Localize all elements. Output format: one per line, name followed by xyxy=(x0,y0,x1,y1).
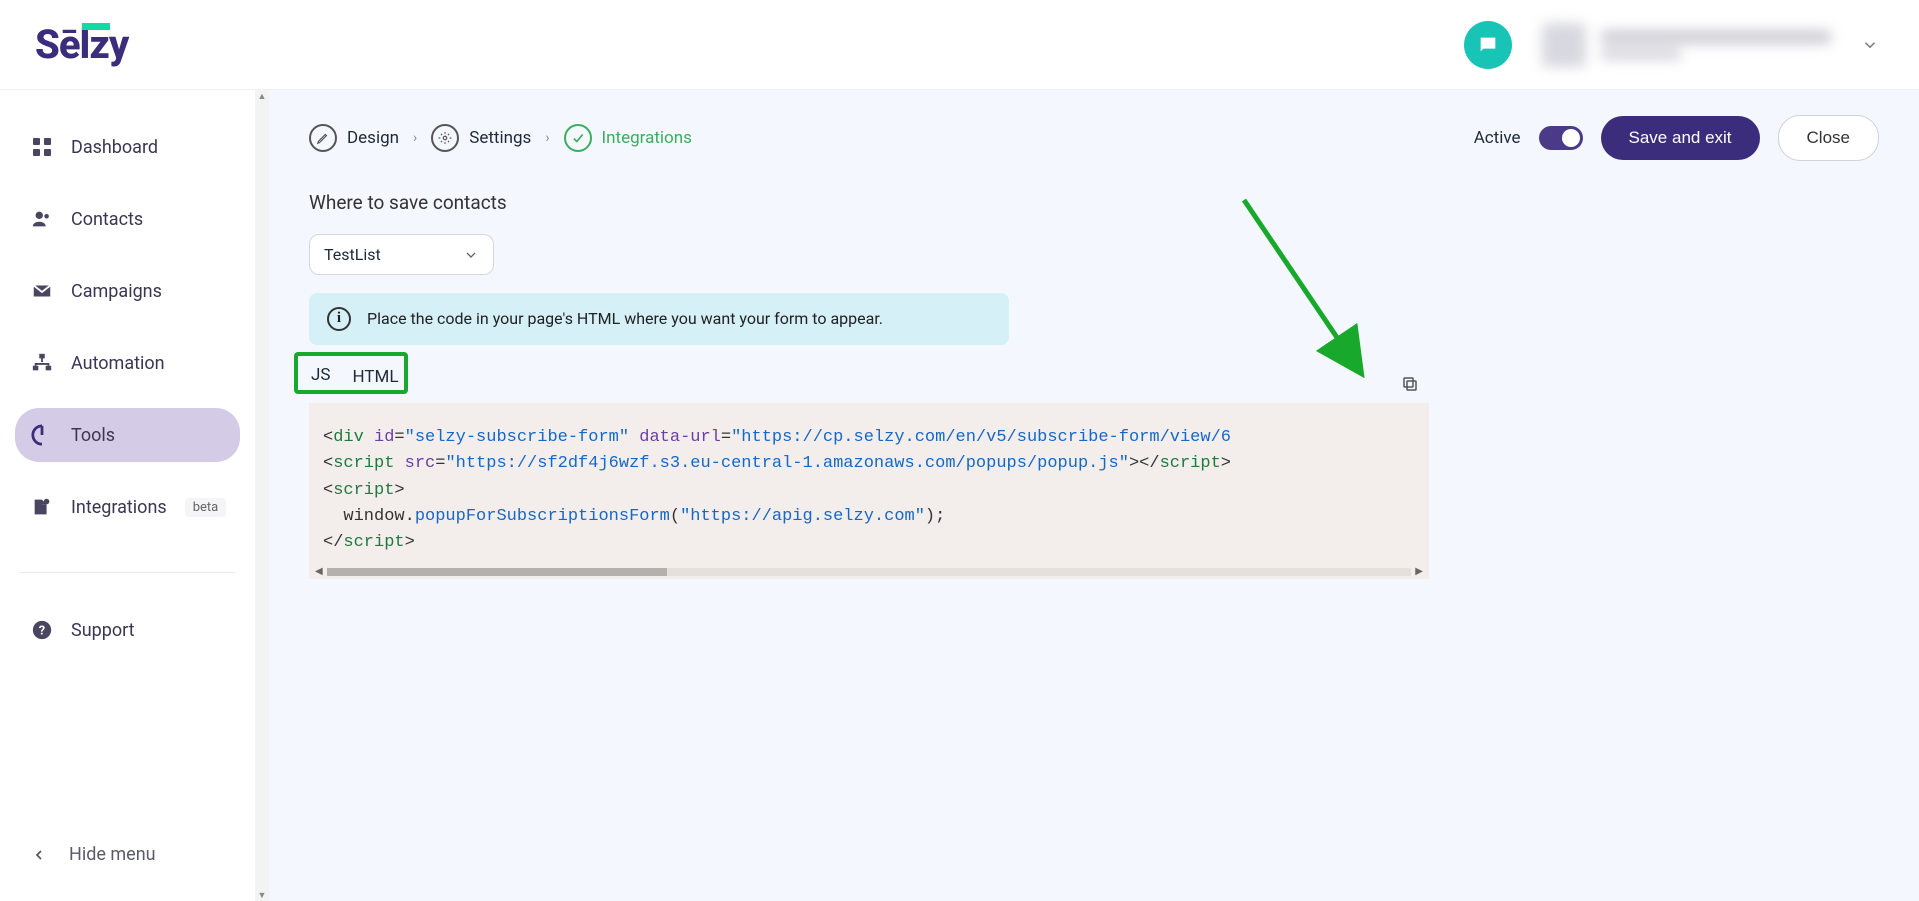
tab-js[interactable]: JS xyxy=(309,359,332,394)
select-value: TestList xyxy=(324,245,381,264)
breadcrumb-integrations[interactable]: Integrations xyxy=(564,124,692,152)
hide-menu-label: Hide menu xyxy=(69,844,156,865)
account-menu[interactable] xyxy=(1542,23,1831,67)
breadcrumb-settings[interactable]: Settings xyxy=(431,124,531,152)
app-header: Sēlzy xyxy=(0,0,1919,90)
code-tabs: JS HTML xyxy=(309,359,1879,394)
hide-menu-button[interactable]: Hide menu xyxy=(15,828,240,881)
info-text: Place the code in your page's HTML where… xyxy=(367,307,883,330)
sidebar-item-dashboard[interactable]: Dashboard xyxy=(15,120,240,174)
check-icon xyxy=(564,124,592,152)
sidebar-item-label: Automation xyxy=(71,353,165,374)
tools-icon xyxy=(31,424,53,446)
breadcrumb: Design › Settings › Integrations xyxy=(309,124,692,152)
sidebar-item-label: Contacts xyxy=(71,209,143,230)
dashboard-icon xyxy=(31,136,53,158)
sidebar-item-label: Campaigns xyxy=(71,281,162,302)
horizontal-scrollbar[interactable]: ◀ ▶ xyxy=(309,565,1429,579)
support-icon: ? xyxy=(31,619,53,641)
sidebar-item-tools[interactable]: Tools xyxy=(15,408,240,462)
chevron-right-icon: › xyxy=(413,130,417,146)
chat-icon[interactable] xyxy=(1464,21,1512,69)
main-content: Design › Settings › Integrations Active … xyxy=(269,90,1919,901)
chevron-down-icon xyxy=(463,247,479,263)
copy-icon[interactable] xyxy=(1401,375,1421,395)
save-button[interactable]: Save and exit xyxy=(1601,116,1760,160)
sidebar-item-label: Dashboard xyxy=(71,137,158,158)
svg-text:?: ? xyxy=(39,624,45,639)
active-label: Active xyxy=(1474,128,1521,148)
gear-icon xyxy=(431,124,459,152)
close-button[interactable]: Close xyxy=(1778,115,1879,161)
divider xyxy=(20,572,235,573)
logo[interactable]: Sēlzy xyxy=(35,21,128,68)
chevron-down-icon[interactable] xyxy=(1861,36,1879,54)
chevron-right-icon: › xyxy=(545,130,549,146)
campaigns-icon xyxy=(31,280,53,302)
sidebar-item-label: Integrations xyxy=(71,497,167,518)
beta-badge: beta xyxy=(185,498,227,517)
sidebar-item-integrations[interactable]: Integrations beta xyxy=(15,480,240,534)
pencil-icon xyxy=(309,124,337,152)
sidebar-item-campaigns[interactable]: Campaigns xyxy=(15,264,240,318)
info-banner: i Place the code in your page's HTML whe… xyxy=(309,293,1009,345)
sidebar-item-support[interactable]: ? Support xyxy=(15,603,240,657)
vertical-scrollbar[interactable]: ▲ ▼ xyxy=(255,90,269,901)
automation-icon xyxy=(31,352,53,374)
contacts-icon xyxy=(31,208,53,230)
info-icon: i xyxy=(327,307,351,331)
sidebar-item-label: Tools xyxy=(71,425,115,446)
sidebar-item-contacts[interactable]: Contacts xyxy=(15,192,240,246)
sidebar: Dashboard Contacts Campaigns Automation … xyxy=(0,90,255,901)
section-title: Where to save contacts xyxy=(309,191,1879,214)
chevron-left-icon xyxy=(31,847,47,863)
tab-html[interactable]: HTML xyxy=(350,361,400,393)
breadcrumb-design[interactable]: Design xyxy=(309,124,399,152)
sidebar-item-automation[interactable]: Automation xyxy=(15,336,240,390)
code-block: <div id="selzy-subscribe-form" data-url=… xyxy=(309,403,1429,565)
integrations-icon xyxy=(31,496,53,518)
list-select[interactable]: TestList xyxy=(309,234,494,275)
sidebar-item-label: Support xyxy=(71,620,135,641)
active-toggle[interactable] xyxy=(1539,126,1583,150)
